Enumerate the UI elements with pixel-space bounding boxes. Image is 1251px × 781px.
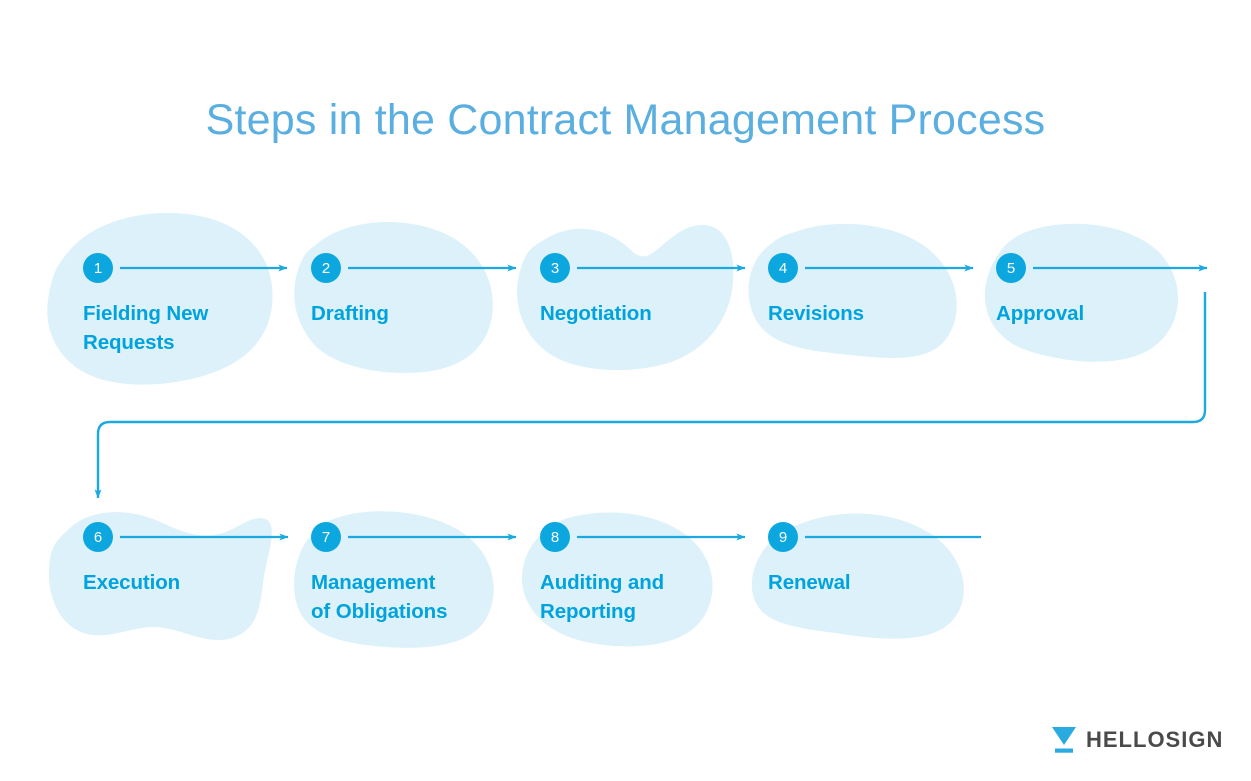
step-number-badge-4[interactable]: 4 xyxy=(768,253,798,283)
step-number-badge-8[interactable]: 8 xyxy=(540,522,570,552)
step-number-badge-2[interactable]: 2 xyxy=(311,253,341,283)
step-number-badge-9[interactable]: 9 xyxy=(768,522,798,552)
step-number-badge-3[interactable]: 3 xyxy=(540,253,570,283)
page-title: Steps in the Contract Management Process xyxy=(205,96,1046,144)
blob-step-4 xyxy=(748,223,957,358)
step-number-badge-7[interactable]: 7 xyxy=(311,522,341,552)
hellosign-logo[interactable]: HELLOSIGN xyxy=(1051,726,1223,754)
blob-step-2 xyxy=(294,222,493,373)
step-number-badge-6[interactable]: 6 xyxy=(83,522,113,552)
step-label-9: Renewal xyxy=(768,571,851,594)
step-number-badge-1[interactable]: 1 xyxy=(83,253,113,283)
step-label-8: Auditing and Reporting xyxy=(540,571,665,623)
blob-step-3 xyxy=(517,224,734,371)
logo-wordmark: HELLOSIGN xyxy=(1086,727,1224,752)
step-label-4: Revisions xyxy=(768,302,864,325)
step-label-2: Drafting xyxy=(311,302,389,325)
step-label-6: Execution xyxy=(83,571,181,594)
step-label-1: Fielding New Requests xyxy=(83,302,209,354)
step-number-badge-5[interactable]: 5 xyxy=(996,253,1026,283)
funnel-icon xyxy=(1052,727,1076,753)
blob-step-5 xyxy=(984,223,1179,362)
step-label-5: Approval xyxy=(996,302,1085,325)
step-label-3: Negotiation xyxy=(540,302,652,325)
step-label-7: Management of Obligations xyxy=(311,571,448,623)
